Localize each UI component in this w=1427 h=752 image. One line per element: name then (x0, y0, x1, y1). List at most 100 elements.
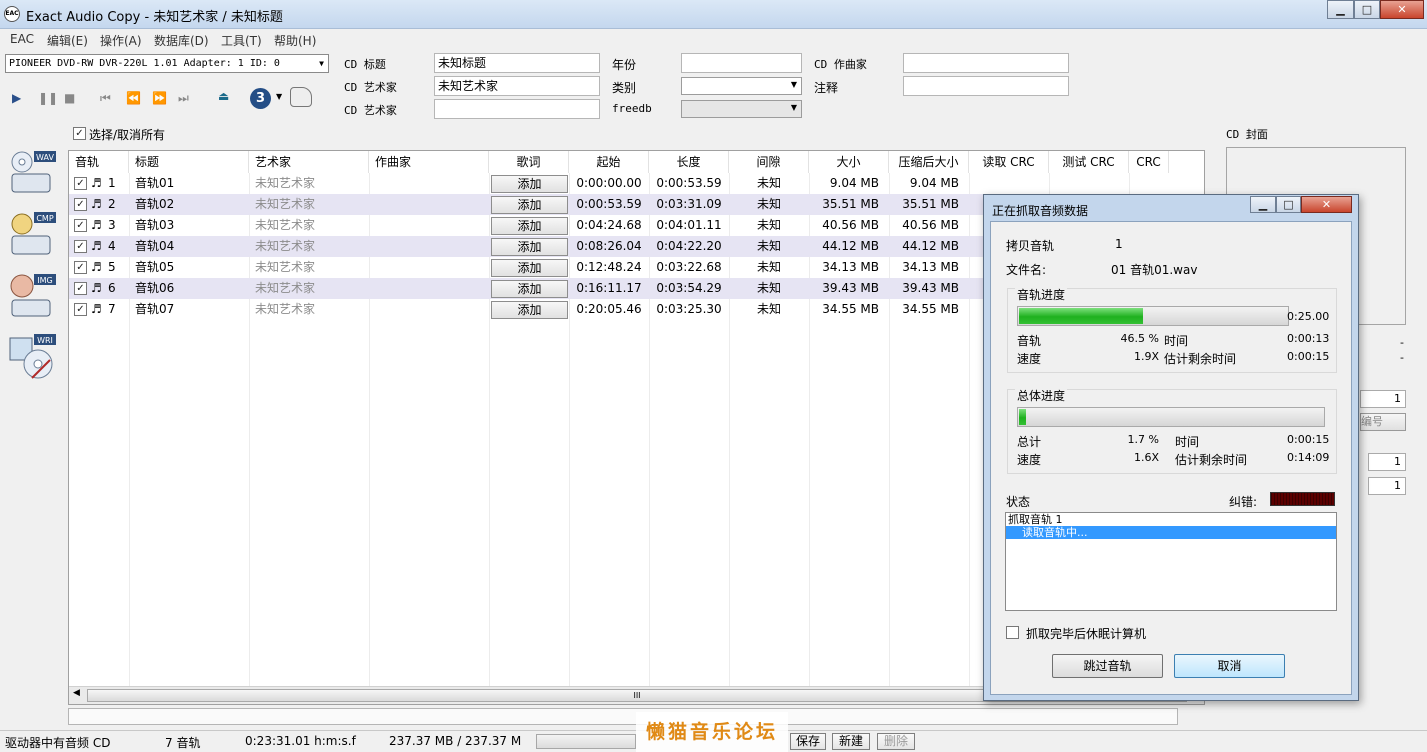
col-header-read-crc[interactable]: 读取 CRC (969, 151, 1049, 173)
freedb-select[interactable]: ▼ (681, 100, 802, 118)
col-header-compressed-size[interactable]: 压缩后大小 (889, 151, 969, 173)
genre-select[interactable]: ▼ (681, 77, 802, 95)
col-header-start[interactable]: 起始 (569, 151, 649, 173)
track-artist[interactable]: 未知艺术家 (255, 215, 315, 236)
write-cd-icon[interactable]: WRI (8, 332, 58, 384)
track-title[interactable]: 音轨06 (135, 278, 174, 299)
add-lyrics-button[interactable]: 添加 (491, 238, 568, 256)
right-field-b[interactable]: 1 (1368, 453, 1406, 471)
drive-speed-badge[interactable]: 3 (250, 88, 271, 109)
track-title[interactable]: 音轨07 (135, 299, 174, 320)
cd-artist2-field[interactable] (434, 99, 600, 119)
minimize-button[interactable]: ▁ (1327, 0, 1354, 19)
col-header-track[interactable]: 音轨 (69, 151, 129, 173)
col-header-lyrics[interactable]: 歌词 (489, 151, 569, 173)
dialog-close-button[interactable]: ✕ (1301, 196, 1352, 213)
menu-database[interactable]: 数据库(D) (154, 32, 209, 49)
skip-track-button[interactable]: 跳过音轨 (1052, 654, 1163, 678)
track-checkbox[interactable]: ✓ (74, 219, 87, 232)
track-artist[interactable]: 未知艺术家 (255, 173, 315, 194)
track-checkbox[interactable]: ✓ (74, 303, 87, 316)
col-header-size[interactable]: 大小 (809, 151, 889, 173)
menu-eac[interactable]: EAC (10, 32, 34, 46)
status-log[interactable]: 抓取音轨 1 读取音轨中... (1005, 512, 1337, 611)
add-lyrics-button[interactable]: 添加 (491, 196, 568, 214)
maximize-button[interactable]: □ (1354, 0, 1380, 19)
right-field-c[interactable]: 1 (1368, 477, 1406, 495)
track-checkbox[interactable]: ✓ (74, 261, 87, 274)
track-title[interactable]: 音轨03 (135, 215, 174, 236)
scroll-left-icon[interactable]: ◀ (73, 688, 80, 698)
right-dash-2: - (1400, 351, 1404, 364)
track-checkbox[interactable]: ✓ (74, 198, 87, 211)
track-artist[interactable]: 未知艺术家 (255, 257, 315, 278)
track-title[interactable]: 音轨04 (135, 236, 174, 257)
previous-track-icon[interactable]: ⏮ (100, 91, 111, 106)
copy-wav-icon[interactable]: WAV (8, 150, 58, 202)
add-lyrics-button[interactable]: 添加 (491, 217, 568, 235)
year-field[interactable] (681, 53, 802, 73)
col-header-crc[interactable]: CRC (1129, 151, 1169, 173)
chevron-down-icon[interactable]: ▼ (276, 92, 282, 101)
track-checkbox[interactable]: ✓ (74, 177, 87, 190)
table-row[interactable]: ✓ ♬ 1 音轨01 未知艺术家 添加 0:00:00.00 0:00:53.59 未知 9.04… (69, 173, 1204, 194)
eject-icon[interactable]: ⏏ (218, 89, 229, 103)
log-line-selected[interactable]: 读取音轨中... (1006, 526, 1336, 539)
pause-icon[interactable]: ❚❚ (38, 91, 58, 105)
add-lyrics-button[interactable]: 添加 (491, 280, 568, 298)
play-icon[interactable]: ▶ (12, 91, 21, 105)
close-button[interactable]: ✕ (1380, 0, 1424, 19)
sleep-checkbox[interactable] (1006, 626, 1019, 639)
right-number-button[interactable]: 编号 (1360, 413, 1406, 431)
track-title[interactable]: 音轨05 (135, 257, 174, 278)
add-lyrics-button[interactable]: 添加 (491, 259, 568, 277)
rewind-icon[interactable]: ⏪ (126, 91, 141, 105)
track-artist[interactable]: 未知艺术家 (255, 278, 315, 299)
menu-tools[interactable]: 工具(T) (221, 32, 262, 49)
menu-edit[interactable]: 编辑(E) (47, 32, 88, 49)
new-button[interactable]: 新建 (832, 733, 870, 750)
cancel-button[interactable]: 取消 (1174, 654, 1285, 678)
next-track-icon[interactable]: ⏭ (178, 91, 189, 106)
track-artist[interactable]: 未知艺术家 (255, 299, 315, 320)
col-header-length[interactable]: 长度 (649, 151, 729, 173)
col-header-test-crc[interactable]: 测试 CRC (1049, 151, 1129, 173)
track-gap: 未知 (756, 239, 781, 253)
delete-button[interactable]: 删除 (877, 733, 915, 750)
track-artist[interactable]: 未知艺术家 (255, 236, 315, 257)
comment-field[interactable] (903, 76, 1069, 96)
col-header-artist[interactable]: 艺术家 (249, 151, 369, 173)
cd-title-field[interactable]: 未知标题 (434, 53, 600, 73)
track-checkbox[interactable]: ✓ (74, 240, 87, 253)
drive-options-icon[interactable] (290, 87, 312, 107)
menu-help[interactable]: 帮助(H) (274, 32, 316, 49)
drive-select[interactable]: PIONEER DVD-RW DVR-220L 1.01 Adapter: 1 … (5, 54, 329, 73)
add-lyrics-button[interactable]: 添加 (491, 175, 568, 193)
stop-icon[interactable]: ■ (64, 91, 75, 105)
menu-action[interactable]: 操作(A) (100, 32, 142, 49)
track-artist[interactable]: 未知艺术家 (255, 194, 315, 215)
composer-field[interactable] (903, 53, 1069, 73)
col-header-title[interactable]: 标题 (129, 151, 249, 173)
add-lyrics-button[interactable]: 添加 (491, 301, 568, 319)
select-all-checkbox[interactable]: ✓ (73, 127, 86, 140)
track-title[interactable]: 音轨01 (135, 173, 174, 194)
music-note-icon: ♬ (91, 218, 102, 232)
track-checkbox[interactable]: ✓ (74, 282, 87, 295)
track-progress-bar (1017, 306, 1289, 326)
copy-image-icon[interactable]: IMG (8, 270, 58, 322)
track-gap: 未知 (756, 281, 781, 295)
copy-compressed-icon[interactable]: CMP (8, 210, 58, 262)
col-header-gap[interactable]: 间隙 (729, 151, 809, 173)
right-field-a[interactable]: 1 (1360, 390, 1406, 408)
status-track-count: 7 音轨 (165, 736, 201, 750)
col-header-composer[interactable]: 作曲家 (369, 151, 489, 173)
save-button[interactable]: 保存 (790, 733, 826, 750)
dialog-maximize-button[interactable]: □ (1276, 196, 1301, 213)
track-start: 0:12:48.24 (576, 260, 642, 274)
total-progress-bar (1017, 407, 1325, 427)
cd-artist-field[interactable]: 未知艺术家 (434, 76, 600, 96)
fast-forward-icon[interactable]: ⏩ (152, 91, 167, 105)
dialog-minimize-button[interactable]: ▁ (1250, 196, 1276, 213)
track-title[interactable]: 音轨02 (135, 194, 174, 215)
